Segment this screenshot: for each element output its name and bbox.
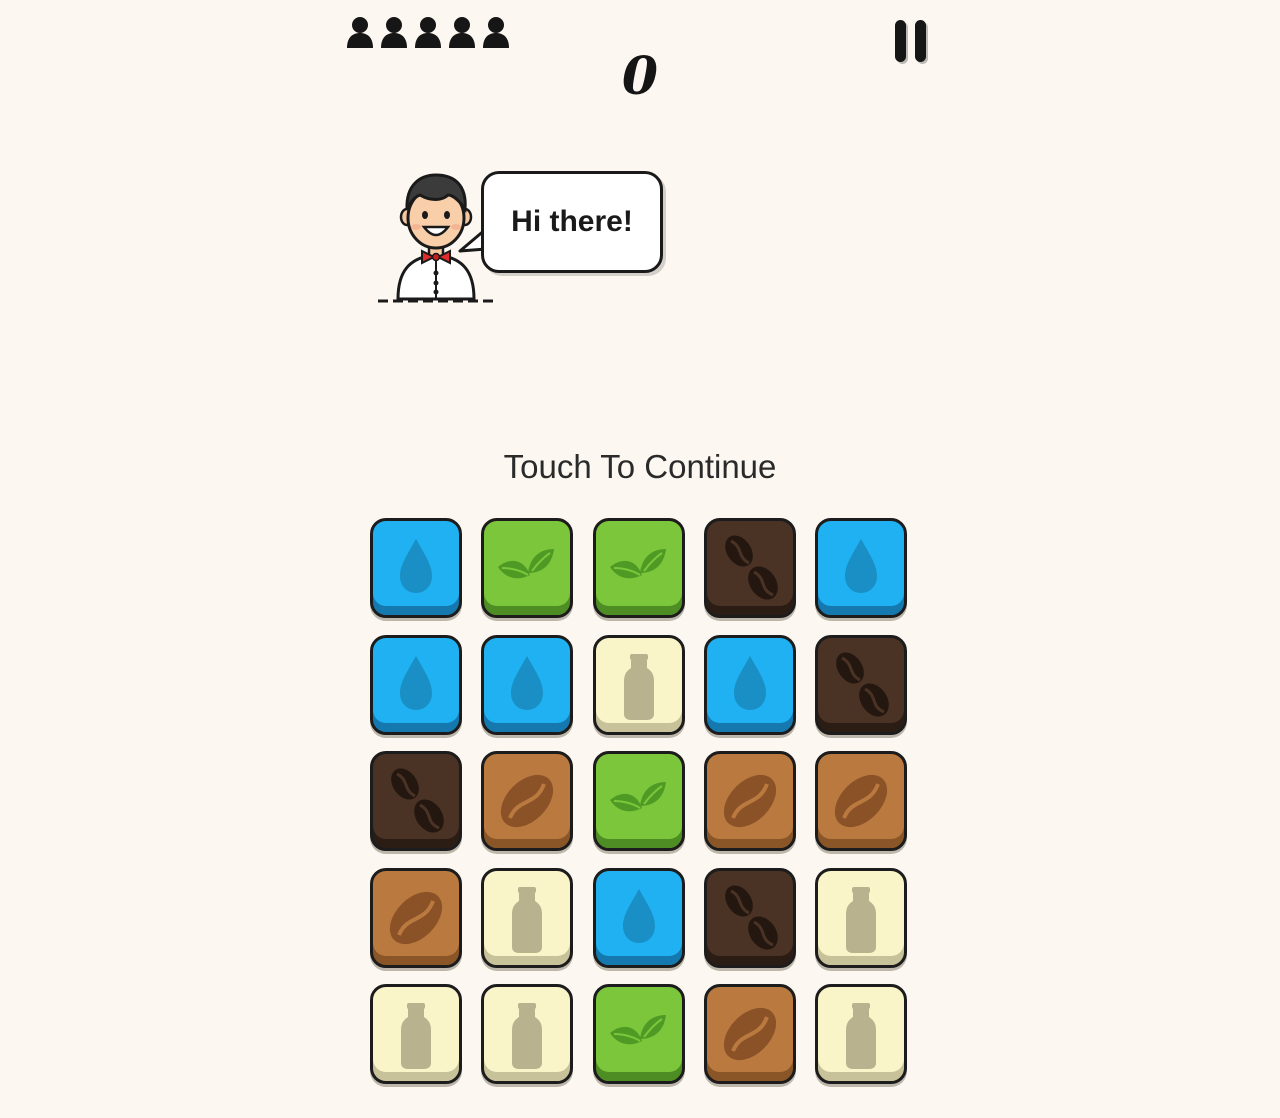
tile-water[interactable] xyxy=(815,518,907,618)
leaf-icon xyxy=(610,549,666,579)
tile-water[interactable] xyxy=(481,635,573,735)
touch-to-continue-prompt[interactable]: Touch To Continue xyxy=(0,448,1280,486)
tile-water[interactable] xyxy=(593,868,685,968)
leaf-icon xyxy=(498,549,554,579)
milk-bottle-icon xyxy=(512,1003,542,1069)
tile-leaf[interactable] xyxy=(593,984,685,1084)
person-silhouette-icon xyxy=(381,17,407,48)
score-counter: 0 xyxy=(621,46,659,107)
water-drop-icon xyxy=(400,539,432,593)
tile-water[interactable] xyxy=(370,518,462,618)
milk-bottle-icon xyxy=(846,1003,876,1069)
coffee-bean-icon xyxy=(500,774,554,828)
person-silhouette-icon xyxy=(449,17,475,48)
leaf-icon xyxy=(610,1015,666,1045)
game-board[interactable] xyxy=(370,518,912,1092)
tile-milk[interactable] xyxy=(370,984,462,1084)
tile-light-coffee[interactable] xyxy=(704,984,796,1084)
tile-water[interactable] xyxy=(370,635,462,735)
water-drop-icon xyxy=(400,656,432,710)
tile-milk[interactable] xyxy=(481,984,573,1084)
tile-leaf[interactable] xyxy=(593,518,685,618)
tile-light-coffee[interactable] xyxy=(704,751,796,851)
person-silhouette-icon xyxy=(483,17,509,48)
coffee-beans-icon xyxy=(836,652,889,717)
milk-bottle-icon xyxy=(512,887,542,953)
tile-light-coffee[interactable] xyxy=(815,751,907,851)
tile-leaf[interactable] xyxy=(593,751,685,851)
water-drop-icon xyxy=(623,889,655,943)
tile-milk[interactable] xyxy=(481,868,573,968)
tile-dark-coffee[interactable] xyxy=(704,868,796,968)
coffee-bean-icon xyxy=(389,891,443,945)
leaf-icon xyxy=(610,782,666,812)
speech-text: Hi there! xyxy=(511,205,633,238)
coffee-beans-icon xyxy=(391,768,444,833)
tile-dark-coffee[interactable] xyxy=(815,635,907,735)
tile-dark-coffee[interactable] xyxy=(704,518,796,618)
milk-bottle-icon xyxy=(624,654,654,720)
coffee-beans-icon xyxy=(725,885,778,950)
speech-bubble: Hi there! xyxy=(481,171,663,273)
water-drop-icon xyxy=(845,539,877,593)
tile-dark-coffee[interactable] xyxy=(370,751,462,851)
tile-milk[interactable] xyxy=(815,984,907,1084)
coffee-bean-icon xyxy=(723,1007,777,1061)
milk-bottle-icon xyxy=(401,1003,431,1069)
customers-remaining xyxy=(345,16,511,50)
milk-bottle-icon xyxy=(846,887,876,953)
tile-milk[interactable] xyxy=(593,635,685,735)
person-silhouette-icon xyxy=(415,17,441,48)
coffee-bean-icon xyxy=(723,774,777,828)
tile-leaf[interactable] xyxy=(481,518,573,618)
coffee-beans-icon xyxy=(725,535,778,600)
tile-water[interactable] xyxy=(704,635,796,735)
tile-milk[interactable] xyxy=(815,868,907,968)
person-silhouette-icon xyxy=(347,17,373,48)
water-drop-icon xyxy=(511,656,543,710)
tile-light-coffee[interactable] xyxy=(481,751,573,851)
water-drop-icon xyxy=(734,656,766,710)
tile-light-coffee[interactable] xyxy=(370,868,462,968)
coffee-bean-icon xyxy=(834,774,888,828)
